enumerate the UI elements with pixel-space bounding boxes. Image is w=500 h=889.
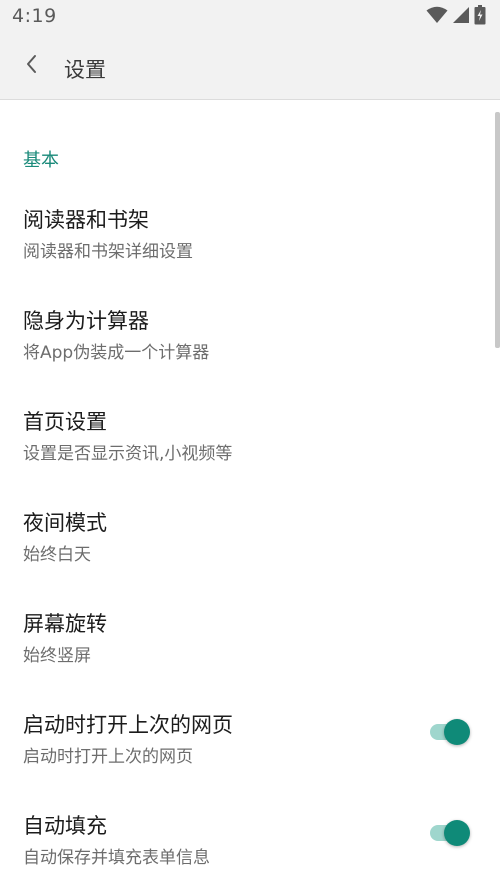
setting-summary: 始终白天 [23,545,91,565]
page-title: 设置 [64,58,106,82]
setting-summary: 设置是否显示资讯,小视频等 [23,444,233,464]
setting-summary: 启动时打开上次的网页 [23,747,193,767]
setting-item-screen-rotation[interactable]: 屏幕旋转 始终竖屏 [0,608,492,696]
settings-list: 基本 阅读器和书架 阅读器和书架详细设置 隐身为计算器 将App伪装成一个计算器… [0,100,500,889]
setting-title: 屏幕旋转 [23,612,107,636]
setting-summary: 始终竖屏 [23,646,91,666]
signal-icon [452,6,470,28]
setting-title: 隐身为计算器 [23,309,149,333]
autofill-toggle[interactable] [428,818,472,848]
switch-thumb [444,719,470,745]
status-icons [426,5,486,29]
setting-item-restore-last-page[interactable]: 启动时打开上次的网页 启动时打开上次的网页 [0,709,492,797]
status-bar: 4:19 [0,0,500,34]
setting-item-autofill[interactable]: 自动填充 自动保存并填充表单信息 [0,810,492,889]
setting-item-home-settings[interactable]: 首页设置 设置是否显示资讯,小视频等 [0,406,492,494]
setting-title: 夜间模式 [23,511,107,535]
app-bar: 设置 [0,34,500,100]
battery-charging-icon [474,5,486,29]
setting-item-night-mode[interactable]: 夜间模式 始终白天 [0,507,492,595]
status-time: 4:19 [12,5,57,27]
chevron-left-icon [24,53,40,79]
section-header-basic: 基本 [23,150,59,171]
scrollbar[interactable] [495,112,500,348]
setting-summary: 将App伪装成一个计算器 [23,343,210,363]
wifi-icon [426,6,448,28]
setting-item-disguise-calculator[interactable]: 隐身为计算器 将App伪装成一个计算器 [0,305,492,393]
setting-title: 首页设置 [23,410,107,434]
setting-title: 启动时打开上次的网页 [23,713,233,737]
restore-last-page-toggle[interactable] [428,717,472,747]
back-button[interactable] [14,48,50,84]
setting-summary: 阅读器和书架详细设置 [23,242,193,262]
switch-thumb [444,820,470,846]
setting-item-reader-bookshelf[interactable]: 阅读器和书架 阅读器和书架详细设置 [0,204,492,292]
setting-summary: 自动保存并填充表单信息 [23,848,210,868]
setting-title: 自动填充 [23,814,107,838]
setting-title: 阅读器和书架 [23,208,149,232]
